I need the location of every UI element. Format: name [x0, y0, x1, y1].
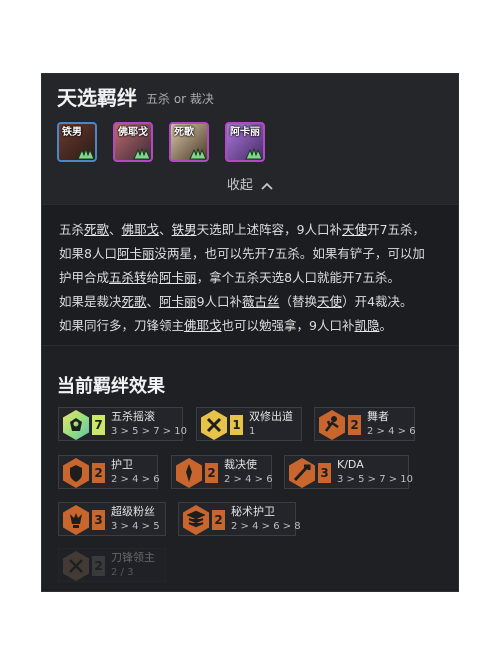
- collapse-label: 收起: [226, 178, 253, 193]
- trait-name: 护卫: [111, 458, 133, 471]
- trait-name: K/DA: [337, 458, 364, 471]
- trait-count: 2: [205, 463, 218, 483]
- trait-name: 舞者: [367, 410, 389, 423]
- trait-badge-裁决使[interactable]: 2 裁决使 2 > 4 > 6: [171, 455, 273, 489]
- trait-count: 2: [212, 510, 225, 530]
- champion-link[interactable]: 铁男: [172, 222, 197, 237]
- description-line-4: 如果是裁决死歌、阿卡丽9人口补薇古丝（替换天使）开4裁决。: [59, 294, 413, 309]
- guardian-trait-icon: [63, 458, 89, 488]
- trait-count: 7: [92, 415, 105, 435]
- collapse-button[interactable]: 收起: [42, 174, 458, 193]
- champion-label: 佛耶戈: [118, 127, 148, 138]
- trait-steps: 3 > 5 > 7 > 10: [111, 426, 188, 437]
- champion-label: 死歌: [174, 127, 194, 138]
- trait-steps: 3 > 5 > 7 > 10: [337, 474, 414, 485]
- item-link[interactable]: 五杀转: [109, 270, 147, 285]
- star-rank-icon: [133, 147, 151, 160]
- trait-name: 秘术护卫: [231, 505, 275, 518]
- trait-steps: 2 > 4 > 6: [367, 426, 416, 437]
- trait-name: 刀锋领主: [111, 551, 155, 564]
- star-rank-icon: [77, 147, 95, 160]
- executioner-trait-icon: [176, 458, 202, 488]
- strategy-description: 五杀死歌、佛耶戈、铁男天选即上述阵容，9人口补天使开7五杀， 如果8人口阿卡丽没…: [42, 204, 458, 346]
- trait-name: 五杀摇滚: [111, 410, 155, 423]
- description-line-1: 五杀死歌、佛耶戈、铁男天选即上述阵容，9人口补天使开7五杀，: [59, 222, 426, 237]
- page-subtitle: 五杀 or 裁决: [146, 92, 214, 106]
- trait-count: 3: [318, 463, 331, 483]
- superfan-trait-icon: [63, 505, 89, 535]
- champion-link[interactable]: 天使: [317, 294, 342, 309]
- trait-badge-五杀摇滚[interactable]: 7 五杀摇滚 3 > 5 > 7 > 10: [58, 407, 187, 441]
- trait-badge-护卫[interactable]: 2 护卫 2 > 4 > 6: [58, 455, 160, 489]
- trait-badge-双修出道[interactable]: 1 双修出道 1: [196, 407, 302, 441]
- trait-count: 1: [230, 415, 243, 435]
- champion-label: 铁男: [62, 127, 82, 138]
- kda-trait-icon: [289, 458, 315, 488]
- champion-link[interactable]: 凯隐: [355, 318, 380, 333]
- trait-steps: 2 > 4 > 6: [111, 474, 160, 485]
- trait-steps: 2 / 3: [111, 567, 134, 578]
- header-section: 天选羁绊 五杀 or 裁决 铁男 佛耶戈 死歌 阿卡丽 收起: [42, 74, 458, 204]
- chevron-up-icon: [261, 182, 273, 190]
- trait-badge-刀锋领主[interactable]: 2 刀锋领主 2 / 3: [58, 548, 166, 582]
- trait-name: 双修出道: [249, 410, 293, 423]
- trait-badge-秘术护卫[interactable]: 2 秘术护卫 2 > 4 > 6 > 8: [178, 502, 301, 536]
- star-rank-icon: [189, 147, 207, 160]
- blademaster-trait-icon: [63, 551, 89, 581]
- page-title: 天选羁绊: [57, 86, 137, 110]
- trait-panel: 天选羁绊 五杀 or 裁决 铁男 佛耶戈 死歌 阿卡丽 收起 五杀死歌、佛耶戈、…: [41, 73, 459, 592]
- champion-link[interactable]: 佛耶戈: [122, 222, 160, 237]
- trait-name: 裁决使: [224, 458, 257, 471]
- trait-count: 2: [92, 556, 105, 576]
- champion-link[interactable]: 阿卡丽: [117, 246, 155, 261]
- champion-tile-佛耶戈[interactable]: 佛耶戈: [113, 122, 153, 162]
- mystic-guard-trait-icon: [183, 505, 209, 535]
- trait-steps: 1: [249, 426, 256, 437]
- champion-link[interactable]: 佛耶戈: [184, 318, 222, 333]
- star-rank-icon: [245, 147, 263, 160]
- section-title: 当前羁绊效果: [57, 376, 165, 397]
- trait-count: 3: [92, 510, 105, 530]
- champion-link[interactable]: 阿卡丽: [159, 294, 197, 309]
- champion-link[interactable]: 死歌: [122, 294, 147, 309]
- description-line-5: 如果同行多，刀锋领主佛耶戈也可以勉强拿，9人口补凯隐。: [59, 318, 393, 333]
- trait-count: 2: [348, 415, 361, 435]
- trait-badge-超级粉丝[interactable]: 3 超级粉丝 3 > 4 > 5: [58, 502, 166, 536]
- dancer-trait-icon: [319, 410, 345, 440]
- champion-tile-阿卡丽[interactable]: 阿卡丽: [225, 122, 265, 162]
- champion-label: 阿卡丽: [230, 127, 260, 138]
- champion-link[interactable]: 阿卡丽: [159, 270, 197, 285]
- trait-steps: 2 > 4 > 6 > 8: [231, 521, 301, 532]
- champion-link[interactable]: 死歌: [84, 222, 109, 237]
- trait-steps: 3 > 4 > 5: [111, 521, 160, 532]
- trait-badge-舞者[interactable]: 2 舞者 2 > 4 > 6: [314, 407, 416, 441]
- crossed-tools-trait-icon: [201, 410, 227, 440]
- champion-link[interactable]: 薇古丝: [242, 294, 280, 309]
- champion-link[interactable]: 天使: [342, 222, 367, 237]
- description-line-2: 如果8人口阿卡丽没两星，也可以先开7五杀。如果有铲子，可以加: [59, 246, 425, 261]
- trait-name: 超级粉丝: [111, 505, 155, 518]
- trait-badge-KDA[interactable]: 3 K/DA 3 > 5 > 7 > 10: [284, 455, 413, 489]
- champion-tile-铁男[interactable]: 铁男: [57, 122, 97, 162]
- champion-tile-死歌[interactable]: 死歌: [169, 122, 209, 162]
- description-line-3: 护甲合成五杀转给阿卡丽，拿个五杀天选8人口就能开7五杀。: [59, 270, 400, 285]
- trait-steps: 2 > 4 > 6: [224, 474, 273, 485]
- pentakill-trait-icon: [63, 410, 89, 440]
- trait-count: 2: [92, 463, 105, 483]
